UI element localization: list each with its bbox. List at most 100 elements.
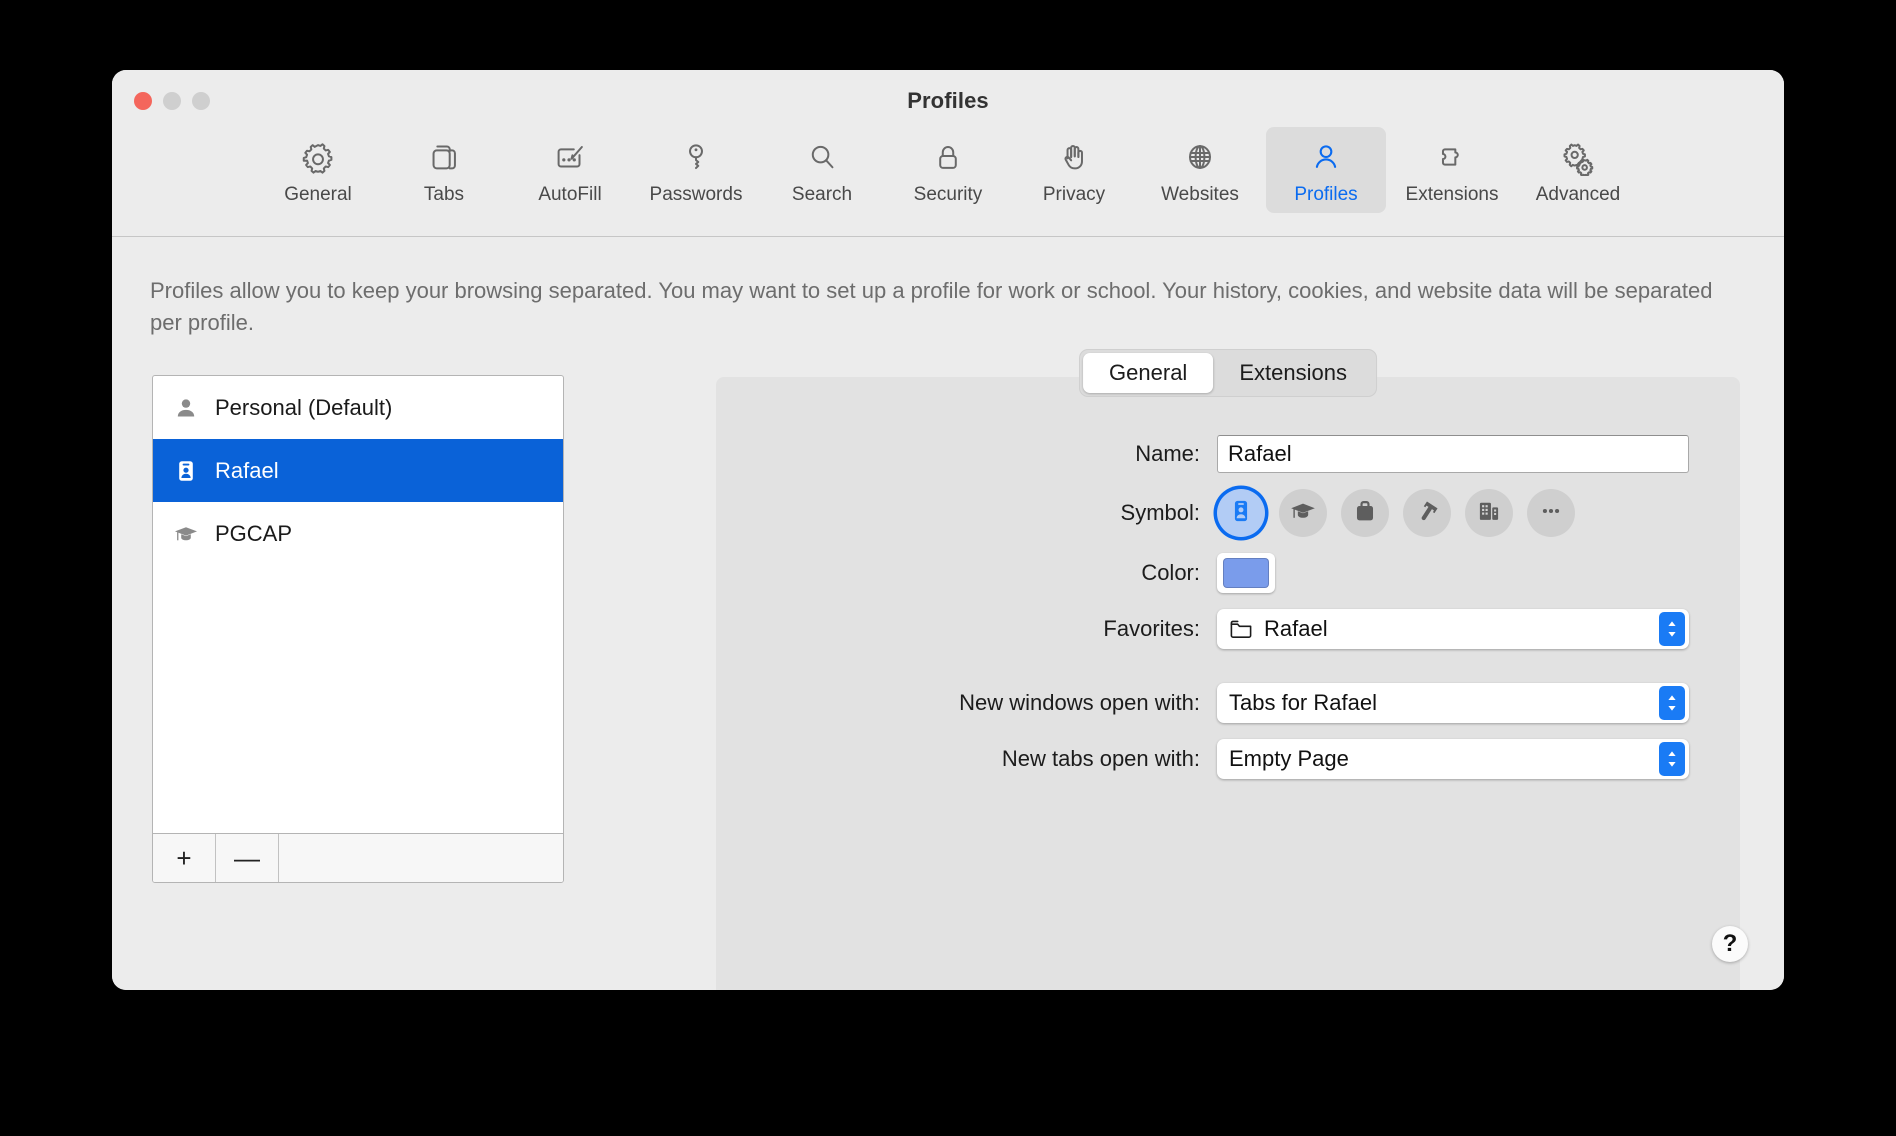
tab-general-label: General [284,184,352,205]
chevron-updown-icon[interactable] [1659,686,1685,720]
profiles-list-footer: + — [153,833,563,882]
remove-profile-button[interactable]: — [216,834,279,882]
tab-passwords[interactable]: Passwords [636,127,756,213]
new-windows-value: Tabs for Rafael [1229,690,1377,715]
tabs-icon [425,137,463,177]
preferences-window: Profiles General Tabs AutoFill Passwords… [112,70,1784,990]
window-titlebar: Profiles General Tabs AutoFill Passwords… [112,70,1784,237]
tab-profiles[interactable]: Profiles [1266,127,1386,213]
window-title: Profiles [907,88,989,113]
tab-security-label: Security [913,184,983,205]
ellipsis-icon [1538,498,1564,529]
chevron-updown-icon[interactable] [1659,612,1685,646]
autofill-icon [551,137,589,177]
new-tabs-label: New tabs open with: [1001,746,1200,771]
symbol-row: Symbol: [716,489,1740,537]
preferences-body: Profiles allow you to keep your browsing… [112,237,1784,990]
color-swatch [1223,558,1269,588]
symbol-option-hammer[interactable] [1403,489,1451,537]
profile-form: Name: Rafael Symbol: Color: Favorites: R… [716,435,1740,795]
tab-profiles-label: Profiles [1294,184,1358,205]
detail-segmented-control: General Extensions [1079,349,1377,397]
tab-privacy-label: Privacy [1042,184,1106,205]
name-label: Name: [1135,441,1200,466]
list-item-personal[interactable]: Personal (Default) [153,376,563,439]
segment-general[interactable]: General [1083,353,1214,393]
building-icon [1476,498,1502,529]
tab-privacy[interactable]: Privacy [1014,127,1134,213]
tab-general[interactable]: General [258,127,378,213]
favorites-label: Favorites: [1103,616,1200,641]
list-item-rafael[interactable]: Rafael [153,439,563,502]
symbol-option-id-card[interactable] [1217,489,1265,537]
intro-description: Profiles allow you to keep your browsing… [150,278,1713,335]
help-button[interactable]: ? [1712,926,1748,962]
folder-icon [1229,619,1253,639]
tab-search[interactable]: Search [762,127,882,213]
search-icon [803,137,841,177]
symbol-option-graduation-cap[interactable] [1279,489,1327,537]
symbol-options [1217,489,1575,537]
tab-security[interactable]: Security [888,127,1008,213]
tab-tabs[interactable]: Tabs [384,127,504,213]
lock-icon [929,137,967,177]
id-card-icon [173,458,199,484]
new-tabs-value: Empty Page [1229,746,1349,771]
tab-autofill-label: AutoFill [538,184,602,205]
name-input[interactable]: Rafael [1217,435,1689,473]
preferences-toolbar: General Tabs AutoFill Passwords Search S… [112,127,1784,213]
tab-extensions-label: Extensions [1405,184,1499,205]
new-tabs-row: New tabs open with: Empty Page [716,739,1740,779]
id-card-icon [1228,498,1254,529]
tab-extensions[interactable]: Extensions [1392,127,1512,213]
symbol-label: Symbol: [1120,500,1200,525]
profiles-list: Personal (Default) Rafael PGCAP [153,376,563,833]
add-profile-button[interactable]: + [153,834,216,882]
hand-icon [1055,137,1093,177]
briefcase-icon [1352,498,1378,529]
chevron-updown-icon[interactable] [1659,742,1685,776]
puzzle-icon [1433,137,1471,177]
hammer-icon [1414,498,1440,529]
symbol-option-briefcase[interactable] [1341,489,1389,537]
symbol-option-building[interactable] [1465,489,1513,537]
tab-websites[interactable]: Websites [1140,127,1260,213]
tab-advanced-label: Advanced [1535,184,1621,205]
list-item-pgcap[interactable]: PGCAP [153,502,563,565]
person-icon [1307,137,1345,177]
globe-icon [1181,137,1219,177]
symbol-option-more[interactable] [1527,489,1575,537]
segment-extensions[interactable]: Extensions [1213,353,1373,393]
profiles-list-panel: Personal (Default) Rafael PGCAP + — [152,375,564,883]
new-tabs-popup-button[interactable]: Empty Page [1217,739,1689,779]
list-item-label: Personal (Default) [215,394,393,420]
screen: Profiles General Tabs AutoFill Passwords… [0,0,1896,1136]
key-icon [677,137,715,177]
gear-icon [299,137,337,177]
favorites-row: Favorites: Rafael [716,609,1740,649]
tab-autofill[interactable]: AutoFill [510,127,630,213]
tab-search-label: Search [791,184,853,205]
favorites-value: Rafael [1264,616,1328,641]
gears-icon [1559,137,1597,177]
new-windows-row: New windows open with: Tabs for Rafael [716,683,1740,723]
color-well[interactable] [1217,553,1275,593]
footer-spacer [279,834,563,882]
list-item-label: PGCAP [215,520,293,546]
tab-passwords-label: Passwords [649,184,743,205]
new-windows-popup-button[interactable]: Tabs for Rafael [1217,683,1689,723]
new-windows-label: New windows open with: [959,690,1200,715]
list-item-label: Rafael [215,457,279,483]
profile-detail-panel: General Extensions Name: Rafael Symbol: [716,349,1740,990]
color-row: Color: [716,553,1740,593]
person-filled-icon [173,395,199,421]
name-row: Name: Rafael [716,435,1740,473]
favorites-popup-button[interactable]: Rafael [1217,609,1689,649]
tab-tabs-label: Tabs [423,184,465,205]
tab-advanced[interactable]: Advanced [1518,127,1638,213]
tab-websites-label: Websites [1161,184,1239,205]
graduation-cap-icon [1289,497,1317,530]
graduation-cap-icon [173,521,199,547]
form-spacer [716,665,1740,683]
color-label: Color: [1141,560,1200,585]
